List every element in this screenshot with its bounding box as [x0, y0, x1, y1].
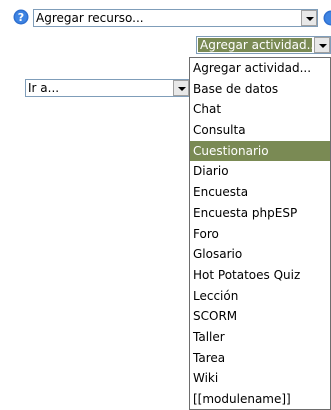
add-resource-value: Agregar recurso...: [36, 11, 144, 25]
dropdown-option[interactable]: Tarea: [190, 348, 330, 369]
jump-to-value: Ir a...: [28, 81, 60, 95]
dropdown-option[interactable]: Chat: [190, 99, 330, 120]
dropdown-option[interactable]: Encuesta phpESP: [190, 203, 330, 224]
dropdown-option[interactable]: [[modulename]]: [190, 389, 330, 409]
dropdown-option[interactable]: Foro: [190, 224, 330, 245]
chevron-down-icon[interactable]: [314, 37, 330, 53]
dropdown-option[interactable]: Cuestionario: [190, 140, 330, 162]
dropdown-option[interactable]: Consulta: [190, 120, 330, 141]
dropdown-option[interactable]: Encuesta: [190, 182, 330, 203]
add-activity-value: Agregar actividad...: [198, 38, 312, 52]
add-activity-select[interactable]: Agregar actividad...: [196, 36, 331, 54]
help-icon[interactable]: [323, 10, 331, 26]
dropdown-option[interactable]: Agregar actividad...: [190, 58, 330, 79]
help-icon[interactable]: ?: [13, 9, 29, 25]
dropdown-option[interactable]: Diario: [190, 161, 330, 182]
jump-to-select[interactable]: Ir a...: [25, 79, 190, 97]
svg-text:?: ?: [18, 11, 24, 24]
dropdown-option[interactable]: Lección: [190, 286, 330, 307]
add-resource-select[interactable]: Agregar recurso...: [33, 9, 318, 27]
dropdown-option[interactable]: Glosario: [190, 244, 330, 265]
chevron-down-icon[interactable]: [173, 80, 189, 96]
dropdown-option[interactable]: Base de datos: [190, 79, 330, 100]
activity-dropdown-list[interactable]: Agregar actividad... Base de datos Chat …: [189, 57, 331, 410]
dropdown-option[interactable]: Taller: [190, 327, 330, 348]
dropdown-option[interactable]: Wiki: [190, 368, 330, 389]
chevron-down-icon[interactable]: [301, 10, 317, 26]
dropdown-option[interactable]: SCORM: [190, 306, 330, 327]
dropdown-option[interactable]: Hot Potatoes Quiz: [190, 265, 330, 286]
